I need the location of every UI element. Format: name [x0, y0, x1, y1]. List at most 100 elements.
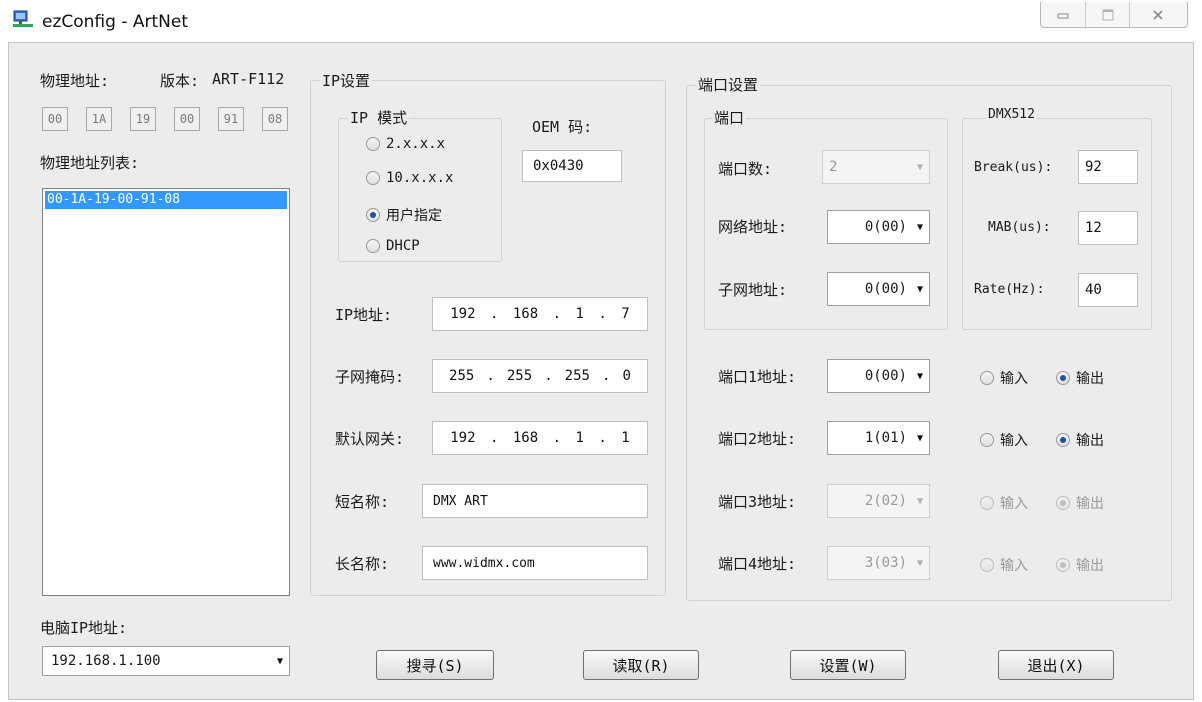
gateway-octet-1: 192: [450, 430, 476, 446]
port3-address-select[interactable]: 2(02) ▼: [827, 484, 930, 518]
port1-output-label: 输出: [1076, 371, 1104, 387]
mab-label: MAB(us):: [988, 220, 1051, 235]
version-value: ART-F112: [212, 70, 285, 88]
port2-input-label: 输入: [1000, 433, 1028, 449]
mask-octet-4: 0: [622, 368, 631, 384]
port3-output-option[interactable]: 输出: [1056, 493, 1104, 513]
mode-dhcp-option[interactable]: DHCP: [366, 238, 420, 254]
ip-octet-1: 192: [450, 306, 476, 322]
port4-input-option[interactable]: 输入: [980, 555, 1028, 575]
subnet-address-select[interactable]: 0(00) ▼: [827, 272, 930, 306]
subnet-address-value: 0(00): [864, 281, 907, 297]
ip-address-label: IP地址:: [335, 306, 393, 324]
port2-input-option[interactable]: 输入: [980, 430, 1028, 450]
port3-input-option[interactable]: 输入: [980, 493, 1028, 513]
port3-input-label: 输入: [1000, 496, 1028, 512]
mac-list-item[interactable]: 00-1A-19-00-91-08: [45, 191, 287, 209]
mac-octet-2: 1A: [86, 107, 112, 131]
port2-input-radio[interactable]: [980, 433, 994, 447]
rate-field[interactable]: 40: [1078, 273, 1138, 307]
exit-button[interactable]: 退出(X): [998, 650, 1114, 680]
port4-address-value: 3(03): [864, 555, 907, 571]
mac-label: 物理地址:: [40, 72, 110, 90]
search-button[interactable]: 搜寻(S): [376, 650, 494, 680]
mode-user-label: 用户指定: [386, 208, 442, 224]
app-network-icon: [12, 10, 34, 30]
subnet-address-label: 子网地址:: [718, 281, 788, 299]
short-name-label: 短名称:: [335, 493, 390, 511]
port-count-label: 端口数:: [718, 160, 773, 178]
mode-10x-label: 10.x.x.x: [386, 170, 454, 186]
mode-2x-radio[interactable]: [366, 137, 380, 151]
mac-octet-5: 91: [218, 107, 244, 131]
maximize-button[interactable]: [1086, 2, 1130, 27]
minimize-button[interactable]: [1041, 2, 1087, 27]
port1-output-option[interactable]: 输出: [1056, 368, 1104, 388]
mode-2x-option[interactable]: 2.x.x.x: [366, 136, 445, 152]
mode-10x-radio[interactable]: [366, 171, 380, 185]
port2-output-option[interactable]: 输出: [1056, 430, 1104, 450]
net-address-select[interactable]: 0(00) ▼: [827, 210, 930, 244]
port1-input-radio[interactable]: [980, 371, 994, 385]
mode-dhcp-radio[interactable]: [366, 239, 380, 253]
port1-address-label: 端口1地址:: [718, 368, 797, 386]
port4-input-radio[interactable]: [980, 558, 994, 572]
gateway-octet-4: 1: [621, 430, 630, 446]
mask-octet-3: 255: [564, 368, 590, 384]
break-field[interactable]: 92: [1078, 150, 1138, 184]
port1-address-select[interactable]: 0(00) ▼: [827, 359, 930, 393]
set-button[interactable]: 设置(W): [790, 650, 906, 680]
long-name-field[interactable]: www.widmx.com: [422, 546, 648, 580]
ip-settings-title: IP设置: [320, 70, 373, 91]
mac-octet-3: 19: [130, 107, 156, 131]
port2-output-radio[interactable]: [1056, 433, 1070, 447]
mode-dhcp-label: DHCP: [386, 238, 420, 254]
port2-address-select[interactable]: 1(01) ▼: [827, 421, 930, 455]
window-title: ezConfig - ArtNet: [42, 12, 188, 32]
port4-address-select[interactable]: 3(03) ▼: [827, 546, 930, 580]
window-controls: [1040, 2, 1188, 28]
mac-octet-4: 00: [174, 107, 200, 131]
ip-octet-2: 168: [512, 306, 539, 322]
port1-address-value: 0(00): [864, 368, 907, 384]
read-button[interactable]: 读取(R): [583, 650, 699, 680]
mac-listbox[interactable]: 00-1A-19-00-91-08: [42, 188, 290, 596]
ip-address-field[interactable]: 192. 168. 1. 7: [432, 297, 648, 331]
chevron-down-icon: ▼: [916, 557, 923, 569]
subnet-mask-field[interactable]: 255. 255. 255. 0: [432, 359, 648, 393]
chevron-down-icon: ▼: [916, 283, 923, 295]
gateway-octet-3: 1: [575, 430, 584, 446]
subnet-mask-label: 子网掩码:: [335, 368, 405, 386]
mode-user-radio[interactable]: [366, 208, 380, 222]
ip-mode-title: IP 模式: [348, 107, 410, 128]
port1-input-option[interactable]: 输入: [980, 368, 1028, 388]
mask-octet-1: 255: [449, 368, 475, 384]
mab-field[interactable]: 12: [1078, 211, 1138, 245]
oem-field[interactable]: 0x0430: [522, 150, 622, 182]
long-name-label: 长名称:: [335, 555, 390, 573]
port4-input-label: 输入: [1000, 558, 1028, 574]
port4-output-radio[interactable]: [1056, 558, 1070, 572]
port3-output-label: 输出: [1076, 496, 1104, 512]
port-settings-title: 端口设置: [696, 74, 761, 95]
short-name-field[interactable]: DMX ART: [422, 484, 648, 518]
oem-label: OEM 码:: [532, 118, 593, 136]
port3-input-radio[interactable]: [980, 496, 994, 510]
chevron-down-icon: ▼: [916, 432, 923, 444]
port-count-select[interactable]: 2 ▼: [822, 150, 930, 184]
break-label: Break(us):: [974, 160, 1053, 175]
close-button[interactable]: [1130, 2, 1187, 27]
port3-output-radio[interactable]: [1056, 496, 1070, 510]
pc-ip-select[interactable]: 192.168.1.100 ▼: [42, 646, 290, 676]
mode-user-option[interactable]: 用户指定: [366, 205, 442, 225]
port2-output-label: 输出: [1076, 433, 1104, 449]
net-address-label: 网络地址:: [718, 218, 788, 236]
port3-address-value: 2(02): [864, 493, 907, 509]
gateway-field[interactable]: 192. 168. 1. 1: [432, 421, 648, 455]
mask-octet-2: 255: [506, 368, 533, 384]
port4-output-option[interactable]: 输出: [1056, 555, 1104, 575]
port1-output-radio[interactable]: [1056, 371, 1070, 385]
mode-10x-option[interactable]: 10.x.x.x: [366, 170, 453, 186]
ip-octet-4: 7: [621, 306, 630, 322]
mac-octet-1: 00: [42, 107, 68, 131]
